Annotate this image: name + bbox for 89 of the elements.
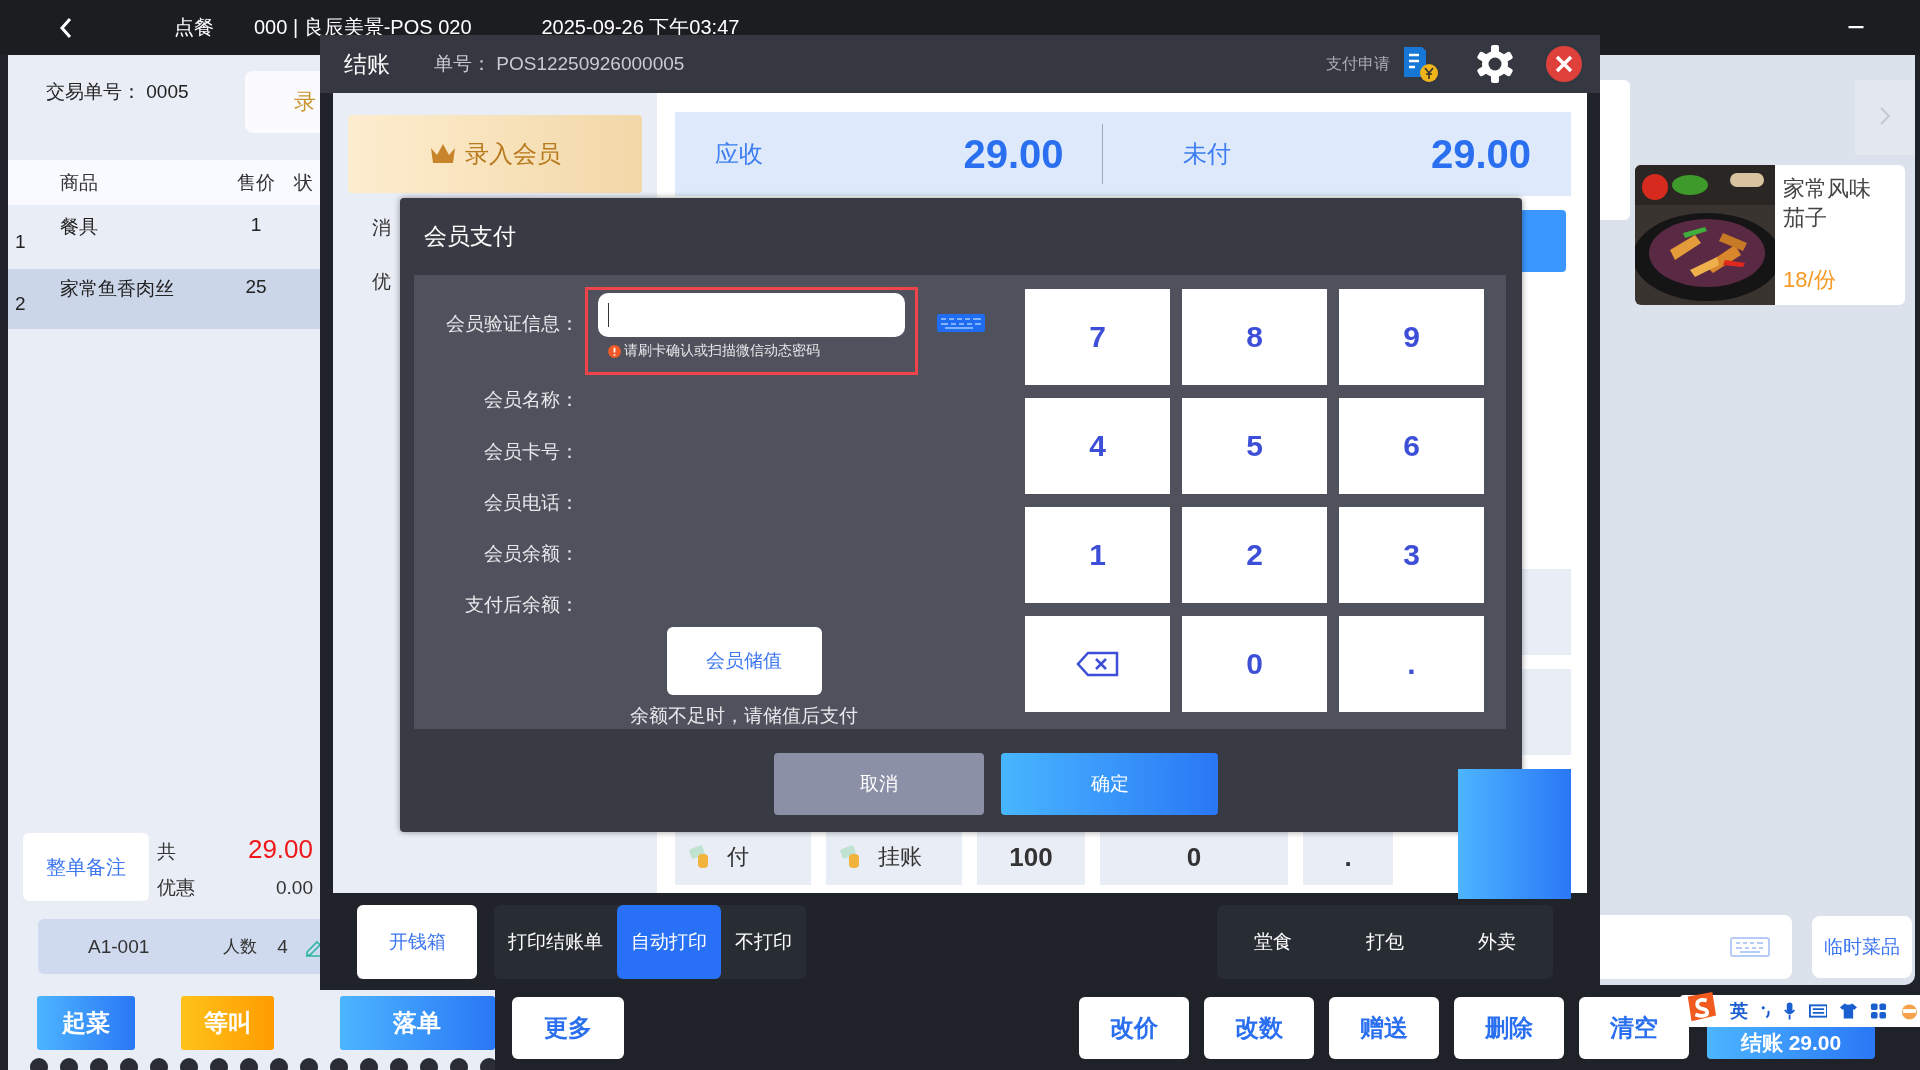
guests-label: 人数 xyxy=(223,936,258,958)
document-yen-icon[interactable] xyxy=(1402,45,1440,83)
keypad-key[interactable]: 5 xyxy=(1182,398,1327,494)
field-label: 会员卡号： xyxy=(483,439,579,464)
discount-amount: 0.00 xyxy=(275,876,313,899)
field-label: 会员余额： xyxy=(483,541,579,566)
chevron-right-icon xyxy=(1879,106,1891,126)
guests-count: 4 xyxy=(277,935,288,958)
row-number: 2 xyxy=(15,293,26,315)
back-icon[interactable] xyxy=(58,15,74,40)
payment-method-button[interactable]: 挂账 xyxy=(826,829,962,885)
row-number: 1 xyxy=(15,231,26,253)
dialog-title: 会员支付 xyxy=(424,222,516,251)
cash-drawer-button[interactable]: 开钱箱 xyxy=(357,904,477,979)
dish-name: 家常鱼香肉丝 xyxy=(59,277,175,301)
field-label: 会员电话： xyxy=(483,490,579,515)
order-number: 单号： POS12250926000005 xyxy=(434,52,685,76)
action-button[interactable]: 清空 xyxy=(1579,996,1689,1059)
print-option-tab[interactable]: 不打印 xyxy=(721,904,806,979)
recharge-note: 余额不足时，请储值后支付 xyxy=(630,704,858,728)
action-button[interactable]: 赠送 xyxy=(1329,996,1439,1059)
dish-price: 18/份 xyxy=(1783,266,1837,294)
page-title: 点餐 xyxy=(174,15,214,40)
total-amount: 29.00 xyxy=(246,833,313,865)
keypad-key[interactable]: 0 xyxy=(1182,616,1327,712)
backspace-key[interactable] xyxy=(1025,616,1170,712)
dish-name: 餐具 xyxy=(59,215,99,239)
backspace-icon xyxy=(1075,651,1120,677)
keyboard-icon[interactable] xyxy=(1808,1003,1828,1019)
unpaid-label: 未付 xyxy=(1182,139,1231,169)
dish-name: 家常风味茄子 xyxy=(1783,175,1872,232)
microphone-icon[interactable] xyxy=(1783,1001,1797,1021)
crown-icon xyxy=(429,142,457,166)
keypad-key[interactable]: 8 xyxy=(1182,289,1327,385)
dish-price: 1 xyxy=(249,214,263,236)
action-button[interactable]: 起菜 xyxy=(37,996,136,1050)
dish-price: 25 xyxy=(244,276,268,298)
receivable-label: 应收 xyxy=(715,139,763,169)
column-header: 售价 xyxy=(236,170,276,195)
language-indicator[interactable]: 英 xyxy=(1729,999,1748,1023)
receivable-amount: 29.00 xyxy=(963,131,1064,177)
more-button[interactable]: 更多 xyxy=(512,996,624,1059)
keypad-key[interactable]: 9 xyxy=(1339,289,1484,385)
dining-mode-tab[interactable]: 堂食 xyxy=(1217,904,1329,979)
keypad-key[interactable]: 3 xyxy=(1339,507,1484,603)
action-button[interactable]: 改数 xyxy=(1204,996,1314,1059)
print-option-tab[interactable]: 打印结账单 xyxy=(494,904,617,979)
column-header: 状 xyxy=(294,170,313,195)
keypad-key[interactable]: 4 xyxy=(1025,398,1170,494)
payment-request-label: 支付申请 xyxy=(1326,53,1390,74)
keyboard-icon[interactable] xyxy=(936,313,986,333)
date-time: 2025-09-26 下午03:47 xyxy=(541,15,740,40)
minimize-icon[interactable] xyxy=(1847,26,1865,29)
warning-icon xyxy=(608,344,621,358)
grid-icon[interactable] xyxy=(1870,1002,1888,1020)
table-number: A1-001 xyxy=(88,935,150,958)
dining-mode-tab[interactable]: 打包 xyxy=(1329,904,1441,979)
search-field[interactable] xyxy=(1600,915,1792,979)
keypad-key[interactable]: 6 xyxy=(1339,398,1484,494)
input-field[interactable] xyxy=(598,293,905,337)
keypad-key[interactable]: . xyxy=(1303,829,1393,885)
print-option-tab[interactable]: 自动打印 xyxy=(617,904,721,979)
temporary-dish-button[interactable]: 临时菜品 xyxy=(1812,916,1912,978)
summary-label: 优 xyxy=(372,270,391,294)
dish-card[interactable]: 家常风味茄子 18/份 xyxy=(1635,165,1905,305)
keypad-key[interactable]: 100 xyxy=(977,829,1085,885)
payment-method-button[interactable]: 付 xyxy=(675,829,811,885)
discount-label: 优惠 xyxy=(157,875,196,900)
recharge-button[interactable]: 会员储值 xyxy=(666,627,822,695)
column-header: 商品 xyxy=(59,170,99,195)
hint-text: 请刷卡确认或扫描微信动态密码 xyxy=(624,342,820,360)
summary-label: 消 xyxy=(372,216,391,240)
keypad-key[interactable]: 7 xyxy=(1025,289,1170,385)
settings-icon[interactable] xyxy=(1475,44,1515,84)
close-icon[interactable] xyxy=(1545,45,1583,83)
action-button[interactable]: 删除 xyxy=(1454,996,1564,1059)
field-label: 支付后余额： xyxy=(464,592,579,617)
shirt-icon[interactable] xyxy=(1839,1002,1859,1020)
unpaid-amount: 29.00 xyxy=(1430,131,1531,177)
keypad-key[interactable]: 0 xyxy=(1100,829,1288,885)
keypad-key[interactable]: 2 xyxy=(1182,507,1327,603)
keypad-key[interactable]: . xyxy=(1339,616,1484,712)
total-label: 共 xyxy=(157,839,177,864)
trade-number: 交易单号： 0005 xyxy=(46,80,189,104)
order-note-button[interactable]: 整单备注 xyxy=(23,833,149,901)
dining-mode-tab[interactable]: 外卖 xyxy=(1441,904,1553,979)
keypad-key[interactable]: 1 xyxy=(1025,507,1170,603)
field-label: 会员名称： xyxy=(483,388,579,413)
action-button[interactable]: 改价 xyxy=(1079,996,1189,1059)
